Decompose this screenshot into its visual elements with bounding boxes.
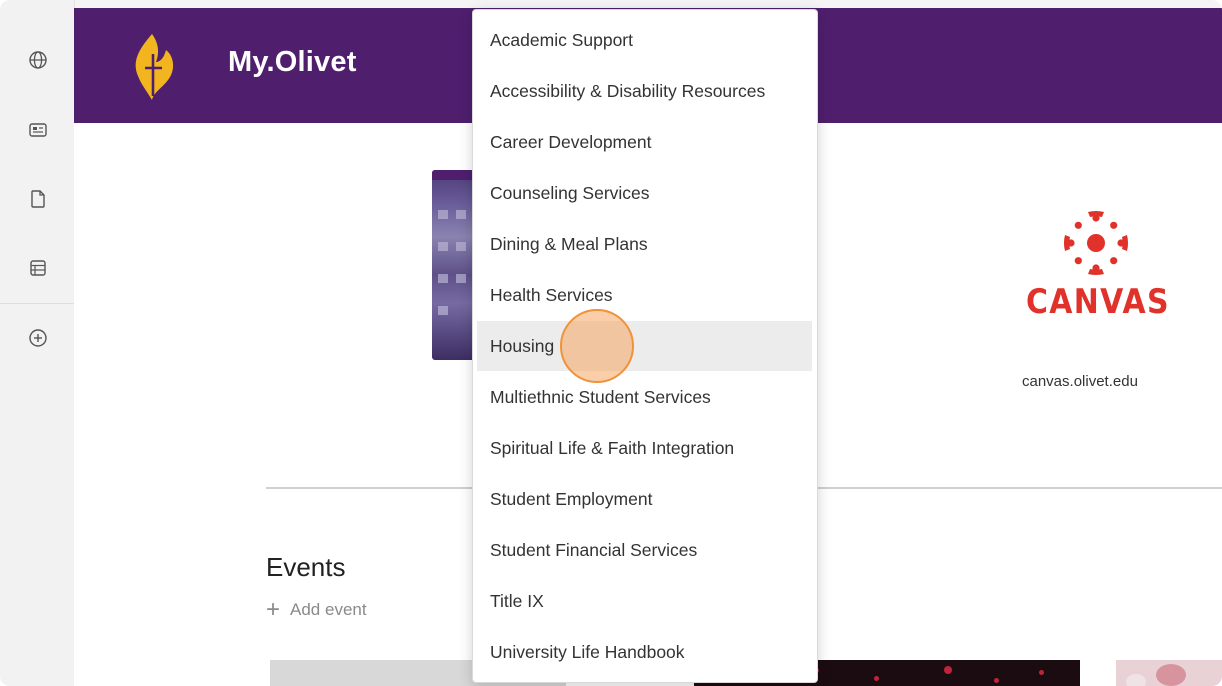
menu-item[interactable]: Student Financial Services [477,525,812,575]
menu-item[interactable]: Dining & Meal Plans [477,219,812,269]
plus-icon: + [266,596,281,623]
add-event-button[interactable]: + Add event [266,596,367,623]
left-rail [0,0,75,686]
menu-item[interactable]: Multiethnic Student Services [477,372,812,422]
site-title[interactable]: My.Olivet [228,46,357,79]
add-circle-icon[interactable] [23,323,53,353]
event-card-image[interactable] [1116,660,1222,686]
canvas-logo-icon [1061,208,1131,278]
rail-divider [0,303,74,304]
menu-item[interactable]: Title IX [477,576,812,626]
canvas-url[interactable]: canvas.olivet.edu [1022,373,1138,390]
menu-item[interactable]: Student Employment [477,474,812,524]
add-event-label: Add event [290,600,367,619]
globe-icon[interactable] [23,45,53,75]
news-icon[interactable] [23,115,53,145]
olivet-logo-icon[interactable] [130,32,180,102]
browser-frame: My.Olivet CANVAS canvas.olivet.edu Event… [0,0,1222,686]
canvas-wordmark: CANVAS [1026,282,1170,322]
canvas-quicklink[interactable]: CANVAS canvas.olivet.edu [1004,208,1204,408]
menu-item[interactable]: University Life Handbook [477,627,812,677]
dropdown-menu: Academic Support Accessibility & Disabili… [472,9,818,683]
events-heading: Events [266,552,346,582]
menu-item[interactable]: Counseling Services [477,168,812,218]
menu-item[interactable]: Housing [477,321,812,371]
menu-item[interactable]: Spiritual Life & Faith Integration [477,423,812,473]
menu-item[interactable]: Health Services [477,270,812,320]
menu-item[interactable]: Career Development [477,117,812,167]
menu-item[interactable]: Academic Support [477,15,812,65]
menu-item[interactable]: Accessibility & Disability Resources [477,66,812,116]
list-icon[interactable] [23,253,53,283]
page-icon[interactable] [23,184,53,214]
